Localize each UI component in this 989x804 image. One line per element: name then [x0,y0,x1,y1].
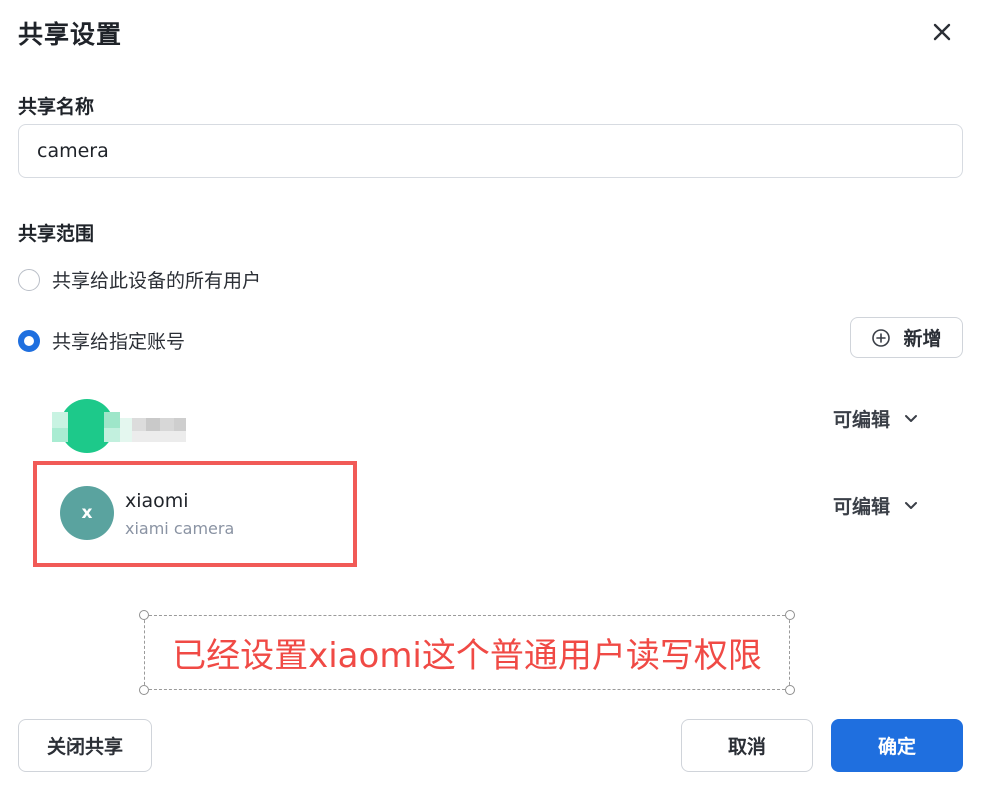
confirm-button[interactable]: 确定 [831,719,963,772]
add-account-button[interactable]: 新增 [850,317,963,358]
share-scope-label: 共享范围 [18,223,95,245]
dialog-title: 共享设置 [18,20,123,49]
radio-all-users-label: 共享给此设备的所有用户 [52,270,262,292]
permission-label: 可编辑 [833,409,891,431]
resize-handle[interactable] [785,685,795,695]
share-name-label: 共享名称 [18,96,95,118]
plus-circle-icon [872,328,891,347]
add-account-label: 新增 [903,328,942,350]
highlight-rectangle [33,461,357,567]
chevron-down-icon [904,414,918,424]
close-icon [933,23,951,41]
radio-specified-accounts-label: 共享给指定账号 [52,331,186,353]
radio-all-users[interactable]: 共享给此设备的所有用户 [18,266,261,293]
share-name-input[interactable] [18,124,963,178]
annotation-text: 已经设置xiaomi这个普通用户读写权限 [144,615,790,690]
chevron-down-icon [904,501,918,511]
resize-handle[interactable] [139,685,149,695]
radio-specified-accounts-circle[interactable] [18,329,40,352]
permission-label: 可编辑 [833,496,891,518]
close-share-button[interactable]: 关闭共享 [18,719,152,772]
radio-specified-accounts[interactable]: 共享给指定账号 [18,327,185,354]
cancel-button[interactable]: 取消 [681,719,813,772]
permission-dropdown[interactable]: 可编辑 [833,405,918,432]
resize-handle[interactable] [785,610,795,620]
permission-dropdown[interactable]: 可编辑 [833,492,918,519]
close-button[interactable] [926,16,958,48]
resize-handle[interactable] [139,610,149,620]
radio-all-users-circle[interactable] [18,268,40,291]
